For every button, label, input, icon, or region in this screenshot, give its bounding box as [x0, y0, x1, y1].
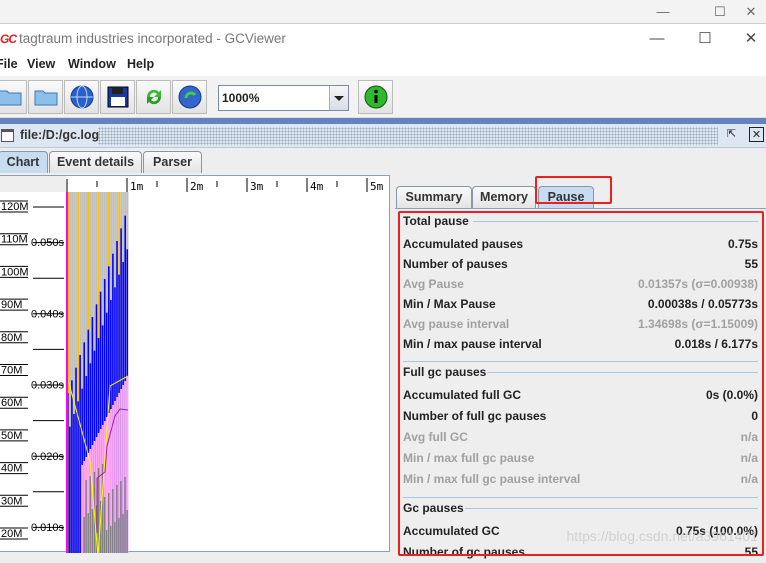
- gc-bar: [120, 481, 122, 553]
- frame-icon: [1, 129, 14, 142]
- close-button[interactable]: ✕: [736, 28, 766, 50]
- gc-bar: [91, 509, 93, 553]
- export-button[interactable]: [100, 80, 135, 114]
- zoom-select[interactable]: 1000%: [218, 85, 349, 111]
- folder-icon: [0, 90, 21, 106]
- highlight-pause-tab: [535, 176, 612, 204]
- watermark: https://blog.csdn.net/a3961401: [566, 528, 758, 544]
- time-tick-label: 2m: [190, 180, 204, 193]
- open-file-button[interactable]: [0, 80, 27, 114]
- memory-tick-label: 50M: [1, 430, 22, 442]
- gc-bar: [108, 493, 110, 553]
- os-titlebar: — ☐ ✕: [0, 0, 766, 24]
- memory-tick-label: 60M: [1, 397, 22, 409]
- folder-icon: [34, 90, 57, 106]
- watch-refresh-icon: [178, 85, 201, 109]
- memory-tick-label: 80M: [1, 332, 22, 344]
- pause-tick-label: 0.050s: [31, 237, 65, 249]
- used-heap-bar: [77, 401, 79, 553]
- watch-button[interactable]: [172, 80, 207, 114]
- highlight-pause-stats: [398, 211, 764, 556]
- window-titlebar: GC tagtraum industries incorporated - GC…: [0, 24, 766, 54]
- gc-bar: [122, 514, 124, 553]
- time-tick-label: 4m: [310, 180, 324, 193]
- tab-event-details[interactable]: Event details: [49, 151, 142, 173]
- tab-parser[interactable]: Parser: [143, 151, 202, 173]
- info-icon: [364, 85, 387, 109]
- toolbar: 1000%: [0, 76, 766, 118]
- menu-file[interactable]: File: [0, 57, 18, 71]
- memory-tick-label: 120M: [1, 201, 29, 213]
- minimize-button[interactable]: —: [642, 28, 672, 50]
- internal-frame-titlebar: file:/D:/gc.log ⇱ ✕: [0, 124, 766, 148]
- os-minimize-button[interactable]: —: [648, 2, 678, 22]
- tenured-bar: [81, 465, 84, 553]
- zoom-value: 1000%: [222, 91, 260, 105]
- gc-bar: [126, 510, 128, 553]
- gc-bar: [116, 485, 118, 553]
- app-logo: GC: [0, 32, 17, 46]
- refresh-button[interactable]: [136, 80, 171, 114]
- close-icon[interactable]: ✕: [749, 127, 764, 142]
- pause-tick-label: 0.010s: [31, 522, 65, 534]
- memory-tick-label: 20M: [1, 528, 22, 540]
- used-heap-bar: [75, 367, 77, 553]
- memory-tick-label: 30M: [1, 495, 22, 507]
- gc-bar: [87, 513, 89, 553]
- memory-tick-label: 70M: [1, 365, 22, 377]
- gc-bar: [114, 522, 116, 553]
- gc-bar: [110, 526, 112, 553]
- window-title: tagtraum industries incorporated - GCVie…: [19, 31, 286, 46]
- pause-tick-label: 0.040s: [31, 308, 65, 320]
- gc-bar: [85, 480, 87, 553]
- frame-title: file:/D:/gc.log: [20, 128, 100, 142]
- time-tick-label: 3m: [250, 180, 264, 193]
- gc-bar: [101, 464, 104, 553]
- pause-tick-label: 0.020s: [31, 451, 65, 463]
- gc-chart[interactable]: 1m 2m 3m 4m 5m 120M 110M 100M 90M 80M 70M 60M 50M 40M…: [0, 175, 390, 553]
- menu-window[interactable]: Window: [68, 57, 116, 71]
- tab-memory[interactable]: Memory: [472, 186, 536, 208]
- tab-summary[interactable]: Summary: [396, 186, 472, 208]
- time-tick-label: 1m: [130, 180, 144, 193]
- memory-tick-label: 40M: [1, 463, 22, 475]
- gc-bar: [112, 489, 114, 553]
- gc-bar: [83, 517, 85, 553]
- memory-tick-label: 90M: [1, 299, 22, 311]
- used-heap-bar: [71, 380, 73, 553]
- used-heap-bar: [79, 355, 81, 553]
- about-button[interactable]: [358, 80, 393, 114]
- gc-bar: [105, 530, 108, 553]
- memory-tick-label: 100M: [1, 266, 29, 278]
- maximize-button[interactable]: ☐: [690, 28, 720, 50]
- time-tick-label: 5m: [370, 180, 384, 193]
- open-url-button[interactable]: [64, 80, 99, 114]
- titlebar-texture: [98, 127, 718, 145]
- chart-canvas: 1m 2m 3m 4m 5m 120M 110M 100M 90M 80M 70M 60M 50M 40M…: [0, 178, 384, 553]
- menu-view[interactable]: View: [27, 57, 55, 71]
- refresh-icon: [146, 89, 161, 105]
- os-maximize-button[interactable]: ☐: [705, 2, 735, 22]
- restore-icon[interactable]: ⇱: [724, 127, 739, 142]
- used-heap-bar: [69, 426, 71, 553]
- menu-bar: File View Window Help: [0, 54, 766, 76]
- menu-help[interactable]: Help: [127, 57, 154, 71]
- gc-bar: [103, 497, 106, 553]
- gc-bar: [118, 518, 120, 553]
- os-close-button[interactable]: ✕: [736, 2, 766, 22]
- gc-bar: [124, 477, 126, 553]
- used-heap-bar: [73, 414, 75, 553]
- gc-bar: [89, 476, 91, 553]
- chevron-down-icon[interactable]: [329, 86, 348, 110]
- memory-tick-label: 110M: [1, 234, 28, 246]
- tab-chart[interactable]: Chart: [0, 151, 48, 173]
- save-icon: [107, 86, 128, 108]
- open-recent-button[interactable]: [28, 80, 63, 114]
- pause-tick-label: 0.030s: [31, 380, 65, 392]
- globe-icon: [70, 85, 93, 109]
